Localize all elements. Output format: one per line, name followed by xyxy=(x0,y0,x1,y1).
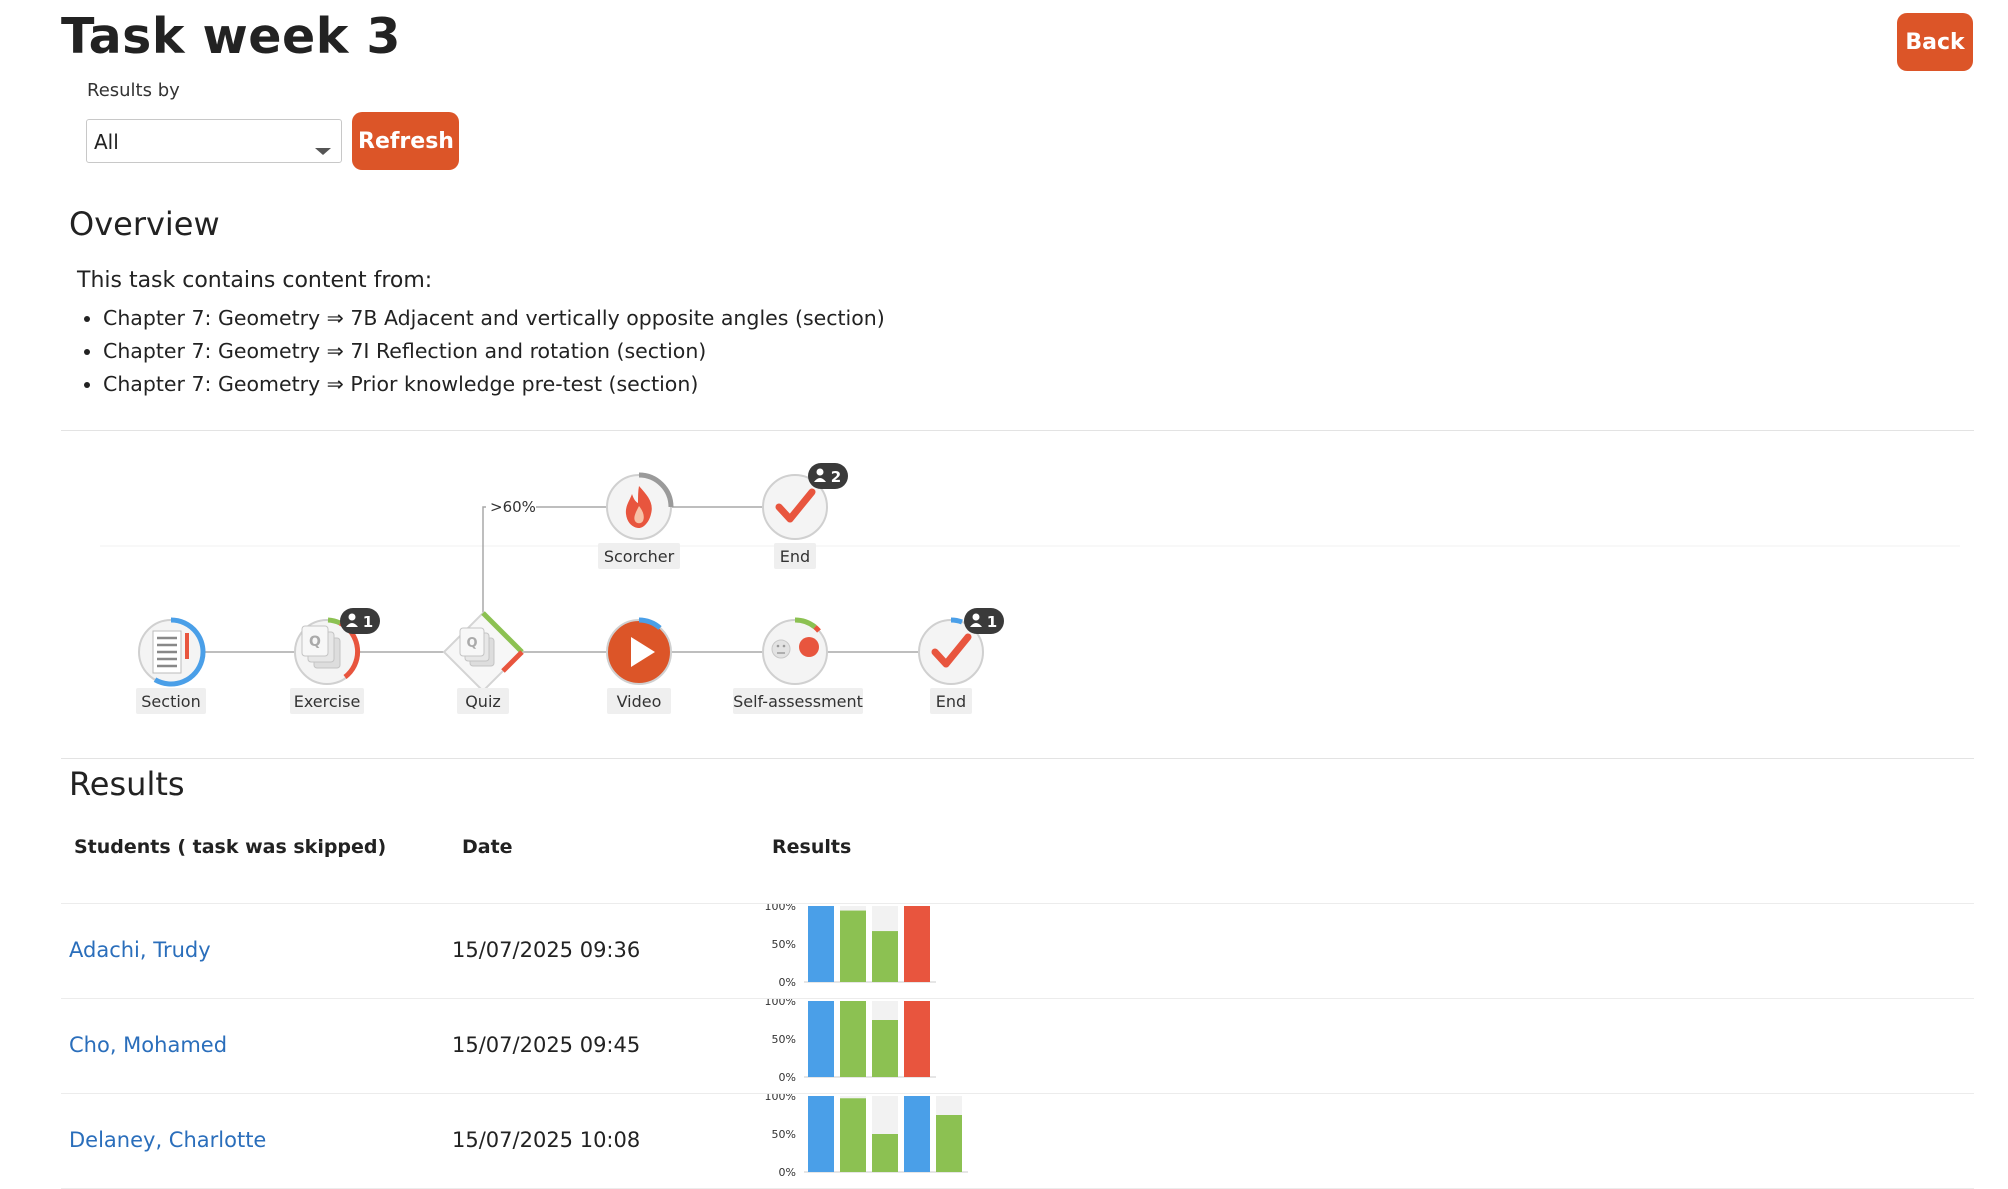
results-heading: Results xyxy=(69,765,185,803)
task-page: Task week 3 Back Results by All Refresh … xyxy=(0,0,2008,1189)
column-header-date: Date xyxy=(462,836,513,858)
flow-node-end-branch[interactable]: 2 End xyxy=(762,463,848,569)
branch-condition-label: >60% xyxy=(490,498,536,516)
flow-node-label: Section xyxy=(141,692,200,711)
result-bar xyxy=(904,1096,930,1172)
row-divider xyxy=(61,1093,1974,1094)
y-tick-label: 50% xyxy=(772,1128,796,1141)
y-tick-label: 0% xyxy=(779,1071,796,1084)
flow-node-label: Exercise xyxy=(294,692,361,711)
flow-node-section[interactable]: Section xyxy=(136,617,206,714)
flow-node-self-assessment[interactable]: Self-assessment xyxy=(733,617,863,714)
flow-node-label: End xyxy=(936,692,966,711)
result-bar xyxy=(808,906,834,982)
svg-text:1: 1 xyxy=(363,613,373,631)
y-tick-label: 50% xyxy=(772,938,796,951)
y-tick-label: 100% xyxy=(765,904,796,913)
y-tick-label: 0% xyxy=(779,976,796,989)
svg-text:1: 1 xyxy=(987,613,997,631)
flow-node-quiz[interactable]: Q Quiz xyxy=(442,611,524,714)
result-bar xyxy=(872,1134,898,1172)
result-bar xyxy=(872,931,898,982)
svg-text:Q: Q xyxy=(466,636,477,651)
divider xyxy=(61,758,1974,759)
participant-badge: 1 xyxy=(964,608,1004,634)
row-divider xyxy=(61,998,1974,999)
flow-node-label: Scorcher xyxy=(604,547,675,566)
svg-text:2: 2 xyxy=(831,468,841,486)
participant-badge: 1 xyxy=(340,608,380,634)
result-bar xyxy=(904,1001,930,1077)
y-tick-label: 100% xyxy=(765,999,796,1008)
row-divider xyxy=(61,903,1974,904)
result-bar xyxy=(808,1001,834,1077)
flow-node-label: Quiz xyxy=(465,692,501,711)
result-bar xyxy=(840,1098,866,1172)
flow-node-end[interactable]: 1 End xyxy=(918,608,1004,714)
flow-node-label: Self-assessment xyxy=(733,692,863,711)
result-bar xyxy=(808,1096,834,1172)
result-bar-chart: 100% 50% 0% xyxy=(765,1094,968,1179)
flow-node-video[interactable]: Video xyxy=(606,617,672,714)
y-tick-label: 100% xyxy=(765,1094,796,1103)
result-date: 15/07/2025 10:08 xyxy=(452,1128,641,1152)
result-bar xyxy=(840,910,866,982)
result-bar xyxy=(840,1001,866,1077)
result-date: 15/07/2025 09:36 xyxy=(452,938,641,962)
y-tick-label: 50% xyxy=(772,1033,796,1046)
flow-node-scorcher[interactable]: Scorcher xyxy=(598,472,680,569)
result-bar xyxy=(872,1020,898,1077)
participant-badge: 2 xyxy=(808,463,848,489)
result-date: 15/07/2025 09:45 xyxy=(452,1033,641,1057)
student-link[interactable]: Delaney, Charlotte xyxy=(69,1128,266,1152)
result-bar-chart: 100% 50% 0% xyxy=(765,904,936,989)
svg-text:Q: Q xyxy=(309,634,321,650)
result-bar-chart: 100% 50% 0% xyxy=(765,999,936,1084)
flow-node-label: Video xyxy=(617,692,662,711)
result-bar xyxy=(936,1115,962,1172)
student-link[interactable]: Cho, Mohamed xyxy=(69,1033,227,1057)
task-flow-diagram: >60% Section Q 1 Exercise Q Quiz Video S… xyxy=(100,463,1960,714)
student-link[interactable]: Adachi, Trudy xyxy=(69,938,211,962)
y-tick-label: 0% xyxy=(779,1166,796,1179)
column-header-students: Students ( task was skipped) xyxy=(74,836,387,858)
result-bar xyxy=(904,906,930,982)
flow-node-label: End xyxy=(780,547,810,566)
column-header-results: Results xyxy=(772,836,852,858)
flow-node-exercise[interactable]: Q 1 Exercise xyxy=(290,608,380,714)
